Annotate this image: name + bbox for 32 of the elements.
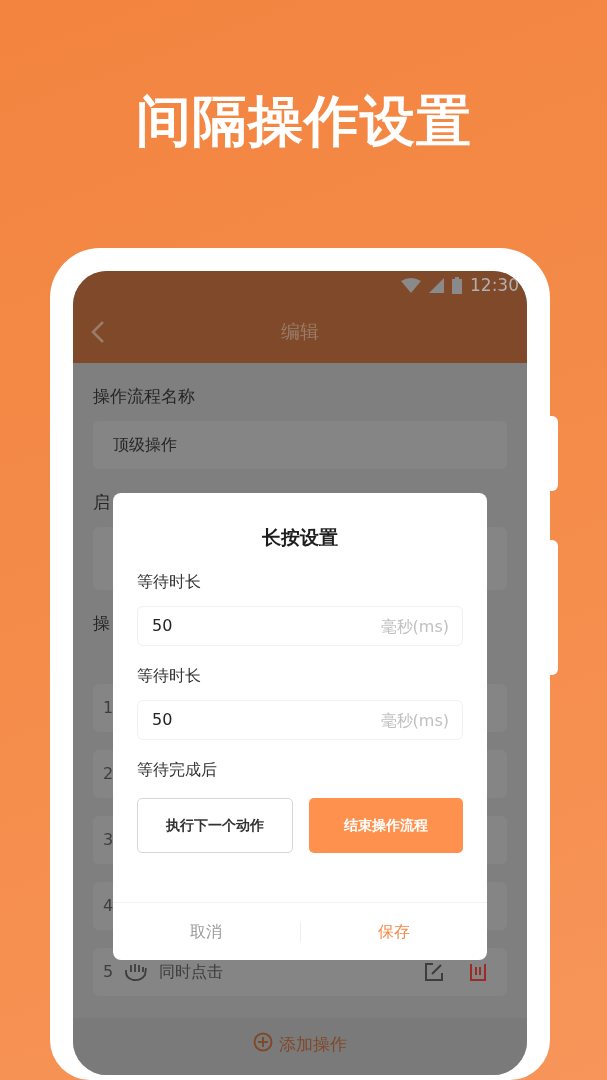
cancel-button[interactable]: 取消 <box>113 918 300 945</box>
option-button[interactable]: 执行下一个动作 <box>137 797 293 853</box>
section-label: 操 <box>93 612 110 635</box>
field-label: 等待完成后 <box>137 758 217 781</box>
add-operation-button[interactable]: 添加操作 <box>253 1032 347 1075</box>
field-label: 等待时长 <box>137 570 201 593</box>
plus-icon <box>253 1032 273 1052</box>
field-label: 等待时长 <box>137 664 201 687</box>
row-number: 3 <box>103 829 114 851</box>
save-button[interactable]: 保存 <box>300 918 487 945</box>
hand-icon <box>123 962 150 982</box>
unit-label: 毫秒(ms) <box>380 709 449 732</box>
option-button[interactable]: 结束操作流程 <box>309 797 463 853</box>
delete-icon[interactable] <box>469 963 487 981</box>
status-time: 12:30 <box>470 273 519 297</box>
name-field[interactable]: 顶级操作 <box>93 421 507 469</box>
unit-label: 毫秒(ms) <box>380 615 449 638</box>
row-number: 1 <box>103 697 114 719</box>
signal-icon <box>429 278 444 293</box>
row-number: 2 <box>103 763 114 785</box>
row-number: 5 <box>103 961 114 983</box>
operation-name: 同时点击 <box>159 961 225 983</box>
field-label: 操作流程名称 <box>93 385 195 408</box>
headline: 间隔操作设置 <box>134 88 473 155</box>
field-label: 启 <box>93 491 110 514</box>
wifi-icon <box>401 278 421 293</box>
battery-icon <box>452 277 462 294</box>
screen-title: 编辑 <box>281 319 319 345</box>
dialog-title: 长按设置 <box>261 525 339 550</box>
back-icon[interactable] <box>91 320 105 344</box>
edit-icon[interactable] <box>425 963 443 981</box>
row-number: 4 <box>103 895 114 917</box>
